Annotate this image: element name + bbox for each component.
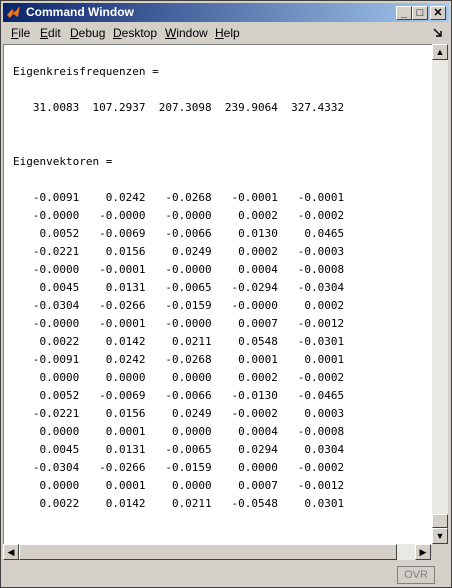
minimize-icon: _ (400, 7, 408, 19)
menu-bar: File Edit Debug Desktop Window Help (3, 23, 449, 43)
console-line: -0.0091 0.0242 -0.0268 0.0001 0.0001 (13, 353, 345, 366)
scroll-down-icon: ▼ (435, 531, 445, 541)
maximize-icon: □ (416, 7, 424, 19)
console-line: 0.0000 0.0000 0.0000 0.0002 -0.0002 (13, 371, 345, 384)
console-line: 0.0000 0.0001 0.0000 0.0007 -0.0012 (13, 479, 345, 492)
console-line: -0.0000 -0.0001 -0.0000 0.0007 -0.0012 (13, 317, 345, 330)
console-line: 31.0083 107.2937 207.3098 239.9064 327.4… (13, 101, 345, 114)
scroll-right-icon: ▶ (419, 547, 427, 557)
scroll-left-button[interactable]: ◀ (3, 544, 19, 560)
close-icon: ✕ (433, 7, 443, 19)
vertical-scrollbar[interactable]: ▲ ▼ (432, 44, 448, 544)
command-window: Command Window _ □ ✕ File Edit Debug Des… (0, 0, 452, 588)
scroll-down-button[interactable]: ▼ (432, 528, 448, 544)
horizontal-scrollbar[interactable]: ◀ ▶ (3, 544, 431, 560)
status-bar: OVR (3, 563, 449, 585)
console-line: 0.0045 0.0131 -0.0065 0.0294 0.0304 (13, 443, 345, 456)
menu-window[interactable]: Window (165, 23, 208, 43)
console-line: -0.0221 0.0156 0.0249 0.0002 -0.0003 (13, 245, 345, 258)
console-line: 0.0045 0.0131 -0.0065 -0.0294 -0.0304 (13, 281, 345, 294)
vertical-scroll-thumb[interactable] (432, 514, 448, 528)
console-line: 0.0022 0.0142 0.0211 -0.0548 0.0301 (13, 497, 345, 510)
console-line: 0.0022 0.0142 0.0211 0.0548 -0.0301 (13, 335, 345, 348)
ovr-indicator: OVR (397, 566, 435, 584)
menu-debug[interactable]: Debug (70, 23, 105, 43)
scroll-up-icon: ▲ (435, 47, 445, 57)
menu-help[interactable]: Help (215, 23, 240, 43)
console-text: Eigenkreisfrequenzen = 31.0083 107.2937 … (13, 45, 344, 545)
title-bar[interactable]: Command Window _ □ ✕ (3, 3, 449, 22)
console-line: -0.0304 -0.0266 -0.0159 -0.0000 0.0002 (13, 299, 345, 312)
scrollbar-corner (432, 544, 448, 560)
console-line: Eigenvektoren = (13, 155, 113, 168)
window-title: Command Window (26, 5, 134, 19)
console-line: -0.0000 -0.0001 -0.0000 0.0004 -0.0008 (13, 263, 345, 276)
console-line: -0.0000 -0.0000 -0.0000 0.0002 -0.0002 (13, 209, 345, 222)
console-line: -0.0091 0.0242 -0.0268 -0.0001 -0.0001 (13, 191, 345, 204)
console-line: 0.0052 -0.0069 -0.0066 -0.0130 -0.0465 (13, 389, 345, 402)
scroll-up-button[interactable]: ▲ (432, 44, 448, 60)
console-line: -0.0304 -0.0266 -0.0159 0.0000 -0.0002 (13, 461, 345, 474)
menu-desktop[interactable]: Desktop (113, 23, 157, 43)
console-line: -0.0221 0.0156 0.0249 -0.0002 0.0003 (13, 407, 345, 420)
menu-file[interactable]: File (11, 23, 30, 43)
undock-arrow-icon[interactable] (433, 28, 443, 38)
maximize-button[interactable]: □ (412, 6, 428, 20)
scroll-left-icon: ◀ (7, 547, 15, 557)
menu-edit[interactable]: Edit (40, 23, 61, 43)
scroll-right-button[interactable]: ▶ (415, 544, 431, 560)
horizontal-scroll-thumb[interactable] (19, 544, 397, 560)
minimize-button[interactable]: _ (396, 6, 412, 20)
console-line: Eigenkreisfrequenzen = (13, 65, 159, 78)
matlab-logo-icon (7, 6, 20, 18)
console-output[interactable]: Eigenkreisfrequenzen = 31.0083 107.2937 … (3, 44, 432, 545)
close-button[interactable]: ✕ (430, 6, 446, 20)
console-line: 0.0000 0.0001 0.0000 0.0004 -0.0008 (13, 425, 345, 438)
console-line: 0.0052 -0.0069 -0.0066 0.0130 0.0465 (13, 227, 345, 240)
